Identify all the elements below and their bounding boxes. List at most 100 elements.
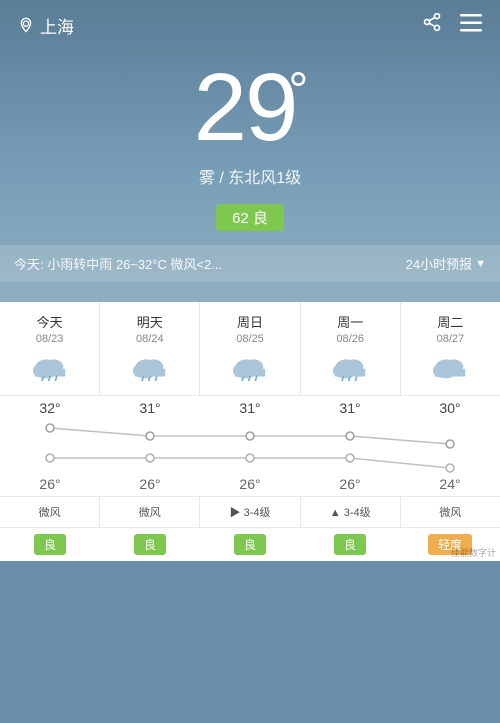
aqi-tag-2: 良	[234, 534, 266, 555]
cloud-icon	[431, 353, 469, 381]
aqi-row: 良良良良轻度	[0, 527, 500, 561]
high-dot-4	[446, 440, 454, 448]
date-label: 08/23	[4, 333, 95, 345]
wind-col-4: 微风	[401, 497, 500, 527]
forecast-col-2: 周日 08/25	[200, 302, 300, 395]
aqi-value: 62	[232, 210, 249, 227]
high-temp-value: 32°	[0, 396, 100, 416]
wind-col-3: ▲ 3-4级	[301, 497, 401, 527]
date-label: 08/24	[104, 333, 195, 345]
date-label: 08/26	[305, 333, 396, 345]
forecast-col-1: 明天 08/24	[100, 302, 200, 395]
location-text: 上海	[40, 13, 74, 38]
low-temp-col-2: 26°	[200, 476, 300, 496]
aqi-tag-0: 良	[34, 534, 66, 555]
day-label: 周日	[204, 312, 295, 331]
separator: /	[219, 170, 228, 187]
high-dot-0	[46, 424, 54, 432]
aqi-col-0: 良	[0, 534, 100, 555]
location-icon	[18, 17, 34, 33]
high-temp-col-0: 32°	[0, 396, 100, 416]
high-temp-col-4: 30°	[400, 396, 500, 416]
wind-col-2: ▶ 3-4级	[200, 497, 300, 527]
today-text: 今天: 小雨转中雨 26~32°C 微风<2...	[14, 254, 406, 273]
forecast-col-3: 周一 08/26	[301, 302, 401, 395]
low-temp-value: 26°	[100, 476, 200, 496]
day-label: 明天	[104, 312, 195, 331]
forecast-col-4: 周二 08/27	[401, 302, 500, 395]
high-dot-3	[346, 432, 354, 440]
high-temp-value: 31°	[100, 396, 200, 416]
date-label: 08/25	[204, 333, 295, 345]
chevron-down-icon: ▼	[475, 258, 486, 270]
aqi-badge: 62 良	[216, 204, 284, 231]
forecast-link-text: 24小时预报	[406, 254, 472, 273]
high-temp-value: 31°	[200, 396, 300, 416]
forecast-section: 今天 08/23 明天 08/2	[0, 302, 500, 561]
low-temps-row: 26°26°26°26°24°	[0, 476, 500, 496]
today-bar: 今天: 小雨转中雨 26~32°C 微风<2... 24小时预报 ▼	[0, 245, 500, 282]
low-temp-col-1: 26°	[100, 476, 200, 496]
top-section: 上海 29° 雾 / 东北风1级	[0, 0, 500, 302]
cloud-rain-icon	[231, 353, 269, 381]
low-dot-1	[146, 454, 154, 462]
aqi-tag-1: 良	[134, 534, 166, 555]
weather-icon-area	[204, 345, 295, 389]
temperature-display: 29°	[0, 60, 500, 156]
weather-icon-area	[305, 345, 396, 389]
wind-col-1: 微风	[100, 497, 200, 527]
degree-symbol: °	[288, 62, 306, 118]
weather-condition: 雾	[199, 170, 215, 187]
low-dot-3	[346, 454, 354, 462]
low-temp-col-4: 24°	[400, 476, 500, 496]
share-icon[interactable]	[422, 12, 442, 38]
temperature-chart	[0, 416, 500, 476]
aqi-label: 良	[253, 210, 268, 227]
aqi-col-3: 良	[300, 534, 400, 555]
weather-icon-area	[104, 345, 195, 389]
weather-icon-area	[4, 345, 95, 389]
wind-col-0: 微风	[0, 497, 100, 527]
date-label: 08/27	[405, 333, 496, 345]
day-label: 周二	[405, 312, 496, 331]
low-dot-4	[446, 464, 454, 472]
high-temp-col-1: 31°	[100, 396, 200, 416]
low-temp-value: 26°	[0, 476, 100, 496]
aqi-tag-3: 良	[334, 534, 366, 555]
aqi-col-2: 良	[200, 534, 300, 555]
low-temp-value: 26°	[300, 476, 400, 496]
day-label: 周一	[305, 312, 396, 331]
menu-icon[interactable]	[460, 12, 482, 38]
high-temps-row: 32°31°31°31°30°	[0, 396, 500, 416]
brand-watermark: 佳能数字计	[451, 546, 496, 559]
high-temp-value: 31°	[300, 396, 400, 416]
aqi-container: 62 良	[0, 196, 500, 231]
header-icons	[422, 12, 482, 38]
low-temp-col-0: 26°	[0, 476, 100, 496]
temperature-value: 29	[194, 54, 297, 161]
high-dot-2	[246, 432, 254, 440]
forecast-col-0: 今天 08/23	[0, 302, 100, 395]
forecast-link[interactable]: 24小时预报 ▼	[406, 254, 486, 273]
header: 上海	[0, 0, 500, 50]
wind-row: 微风微风▶ 3-4级▲ 3-4级微风	[0, 496, 500, 527]
chart-svg-area	[0, 416, 500, 476]
day-label: 今天	[4, 312, 95, 331]
location-display: 上海	[18, 13, 74, 38]
chart-area: 32°31°31°31°30° 26°26°26°26°24°	[0, 396, 500, 496]
high-dot-1	[146, 432, 154, 440]
cloud-rain-icon	[131, 353, 169, 381]
low-temp-value: 26°	[200, 476, 300, 496]
low-temp-col-3: 26°	[300, 476, 400, 496]
high-temp-col-3: 31°	[300, 396, 400, 416]
low-dot-2	[246, 454, 254, 462]
weather-icon-area	[405, 345, 496, 389]
low-temp-value: 24°	[400, 476, 500, 496]
high-temp-col-2: 31°	[200, 396, 300, 416]
weather-description: 雾 / 东北风1级	[0, 164, 500, 188]
forecast-table-header: 今天 08/23 明天 08/2	[0, 302, 500, 396]
aqi-col-1: 良	[100, 534, 200, 555]
low-dot-0	[46, 454, 54, 462]
high-temp-value: 30°	[400, 396, 500, 416]
cloud-rain-icon	[31, 353, 69, 381]
